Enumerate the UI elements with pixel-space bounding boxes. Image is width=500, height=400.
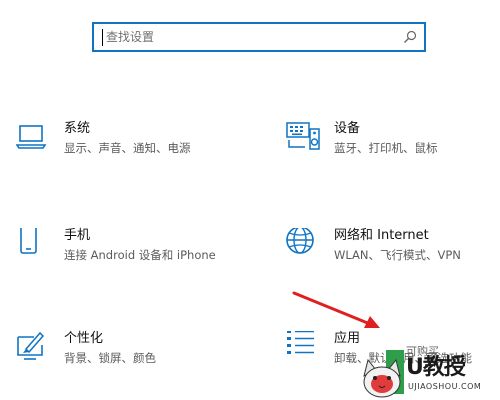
tile-title: 手机: [64, 228, 91, 243]
tile-description: 背景、锁屏、颜色: [64, 351, 156, 365]
globe-icon: [286, 228, 314, 254]
tile-title: 设备: [334, 121, 361, 136]
watermark-brand: U教授: [406, 355, 466, 380]
paintbrush-icon: [17, 331, 45, 360]
tile-description: 连接 Android 设备和 iPhone: [64, 248, 216, 262]
tile-title: 系统: [64, 121, 91, 136]
phone-icon: [20, 228, 37, 254]
search-input[interactable]: 查找设置: [92, 22, 426, 52]
watermark: 可购买 U教授 UJIAOSHOU.COM: [360, 346, 500, 400]
annotation-arrow: [292, 291, 380, 328]
text-caret: [102, 29, 103, 46]
watermark-site: UJIAOSHOU.COM: [408, 382, 482, 391]
laptop-icon: [16, 125, 47, 149]
tile-description: 蓝牙、打印机、鼠标: [334, 141, 438, 155]
cat-mascot-logo: [363, 350, 404, 398]
tile-description: 显示、声音、通知、电源: [64, 141, 191, 155]
tile-title: 个性化: [64, 331, 104, 346]
tile-title: 网络和 Internet: [334, 228, 429, 243]
search-icon[interactable]: [403, 30, 417, 44]
search-placeholder: 查找设置: [106, 30, 155, 44]
tile-description: WLAN、飞行模式、VPN: [334, 248, 461, 262]
keyboard-speaker-icon: [286, 122, 320, 150]
